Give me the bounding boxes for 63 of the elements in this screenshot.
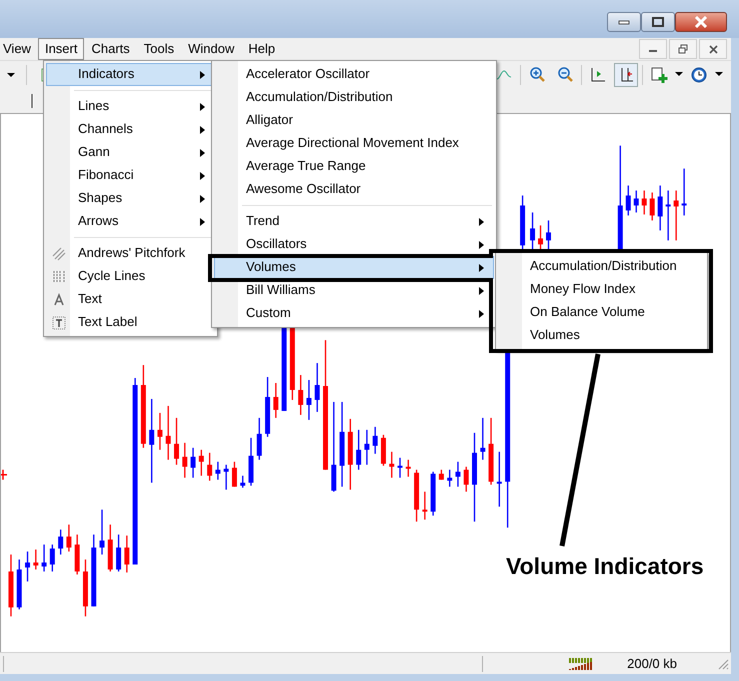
menu-item[interactable]: Text Label <box>46 311 215 334</box>
close-button[interactable] <box>675 12 727 32</box>
menu-item[interactable]: Lines <box>46 95 215 118</box>
menu-bar-item[interactable]: Help <box>241 38 282 60</box>
child-close-button[interactable] <box>699 39 727 59</box>
vertical-lines-icon <box>52 270 66 284</box>
menu-item[interactable]: Alligator <box>214 109 494 132</box>
menu-bar-item[interactable]: Charts <box>84 38 137 60</box>
caret-icon[interactable] <box>6 72 16 78</box>
minimize-button[interactable] <box>607 12 641 32</box>
menu-item[interactable]: Text <box>46 288 215 311</box>
submenu-arrow-icon <box>200 126 206 134</box>
diagonal-lines-icon <box>52 246 66 260</box>
menu-item[interactable]: Average Directional Movement Index <box>214 132 494 155</box>
menu-item[interactable]: Accumulation/Distribution <box>498 255 705 278</box>
menu-item[interactable]: Volumes <box>498 324 705 347</box>
minimize-icon <box>618 19 630 25</box>
menu-item[interactable]: Trend <box>214 210 494 233</box>
menu-item[interactable]: Accelerator Oscillator <box>214 63 494 86</box>
submenu-arrow-icon <box>479 218 485 226</box>
text-label-icon <box>52 316 66 330</box>
submenu-arrow-icon <box>200 148 206 156</box>
submenu-arrow-icon <box>479 264 485 272</box>
close-icon <box>708 44 718 54</box>
menu-item[interactable]: Shapes <box>46 187 215 210</box>
submenu-arrow-icon <box>200 194 206 202</box>
letter-icon <box>52 292 66 306</box>
maximize-icon <box>652 17 664 27</box>
close-icon <box>694 16 708 28</box>
connection-bars-icon <box>569 656 594 670</box>
submenu-arrow-icon <box>200 102 206 110</box>
memory-status: 200/0 kb <box>627 654 677 673</box>
menu-item[interactable]: Oscillators <box>214 233 494 256</box>
menu-bar-item[interactable]: Insert <box>38 38 84 60</box>
menu-item[interactable]: Bill Williams <box>214 279 494 302</box>
submenu-arrow-icon <box>479 286 485 294</box>
restore-icon <box>678 44 688 54</box>
menu-item[interactable]: Awesome Oscillator <box>214 178 494 201</box>
submenu-arrow-icon <box>200 218 206 226</box>
submenu-arrow-icon <box>479 240 485 248</box>
menu-item[interactable]: Fibonacci <box>46 164 215 187</box>
menu-item[interactable]: Custom <box>214 302 494 325</box>
child-restore-button[interactable] <box>669 39 697 59</box>
menu-item[interactable]: Gann <box>46 141 215 164</box>
child-minimize-button[interactable] <box>639 39 667 59</box>
submenu-arrow-icon <box>200 172 206 180</box>
caret-icon[interactable] <box>675 72 683 77</box>
auto-scroll-icon[interactable] <box>614 62 638 86</box>
resize-grip-icon[interactable] <box>717 658 729 670</box>
menu-item[interactable]: Money Flow Index <box>498 278 705 301</box>
maximize-button[interactable] <box>641 12 675 32</box>
menu-item[interactable]: Accumulation/Distribution <box>214 86 494 109</box>
menu-item[interactable]: Arrows <box>46 210 215 233</box>
menu-item[interactable]: On Balance Volume <box>498 301 705 324</box>
menu-item[interactable]: Channels <box>46 118 215 141</box>
menu-bar-item[interactable]: View <box>0 38 38 60</box>
menu-bar-item[interactable]: Window <box>181 38 242 60</box>
menu-bar-item[interactable]: Tools <box>136 38 182 60</box>
annotation-label: Volume Indicators <box>506 552 704 581</box>
caret-icon[interactable] <box>715 72 723 77</box>
submenu-arrow-icon <box>479 310 485 318</box>
submenu-arrow-icon <box>200 70 206 78</box>
menu-item[interactable]: Average True Range <box>214 155 494 178</box>
